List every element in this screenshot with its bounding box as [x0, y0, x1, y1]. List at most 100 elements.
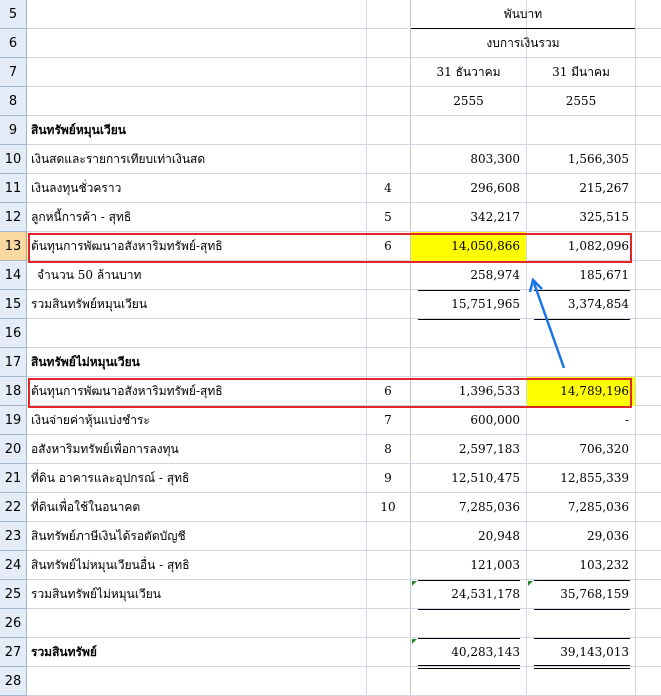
- spreadsheet-grid[interactable]: 5 พันบาท 6 งบการเงินรวม 7 31 ธันวาคม 31 …: [0, 0, 661, 696]
- subtotal-value[interactable]: 15,751,965: [411, 290, 526, 319]
- row-header[interactable]: 24: [0, 551, 27, 580]
- row-header[interactable]: 17: [0, 348, 27, 377]
- highlighted-value-cell[interactable]: 14,050,866: [411, 232, 526, 261]
- section-heading[interactable]: สินทรัพย์หมุนเวียน: [29, 116, 366, 145]
- row-header[interactable]: 26: [0, 609, 27, 638]
- formula-warning-indicator[interactable]: [412, 639, 417, 644]
- formula-warning-indicator[interactable]: [412, 581, 417, 586]
- value-cell[interactable]: 803,300: [411, 145, 526, 174]
- total-label[interactable]: รวมสินทรัพย์: [29, 638, 366, 667]
- row-header[interactable]: 6: [0, 29, 27, 58]
- note-cell[interactable]: 8: [366, 435, 410, 464]
- sheet-row: 15 รวมสินทรัพย์หมุนเวียน 15,751,965 3,37…: [0, 290, 661, 319]
- value-cell[interactable]: -: [527, 406, 635, 435]
- row-header[interactable]: 21: [0, 464, 27, 493]
- value-cell[interactable]: 185,671: [527, 261, 635, 290]
- note-cell[interactable]: 6: [366, 377, 410, 406]
- value-cell[interactable]: 258,974: [411, 261, 526, 290]
- value-cell[interactable]: 1,082,096: [527, 232, 635, 261]
- sheet-row: 17 สินทรัพย์ไม่หมุนเวียน: [0, 348, 661, 377]
- row-header[interactable]: 5: [0, 0, 27, 29]
- row-header[interactable]: 23: [0, 522, 27, 551]
- note-cell[interactable]: 9: [366, 464, 410, 493]
- sheet-row: 26: [0, 609, 661, 638]
- total-value[interactable]: 40,283,143: [411, 638, 526, 667]
- formula-warning-indicator[interactable]: [528, 581, 533, 586]
- description-cell[interactable]: ที่ดินเพื่อใช้ในอนาคต: [29, 493, 366, 522]
- value-cell[interactable]: 1,396,533: [411, 377, 526, 406]
- row-header[interactable]: 16: [0, 319, 27, 348]
- value-cell[interactable]: 600,000: [411, 406, 526, 435]
- description-cell[interactable]: จำนวน 50 ล้านบาท: [29, 261, 366, 290]
- description-cell[interactable]: อสังหาริมทรัพย์เพื่อการลงทุน: [29, 435, 366, 464]
- value-cell[interactable]: 29,036: [527, 522, 635, 551]
- note-cell[interactable]: 5: [366, 203, 410, 232]
- row-header[interactable]: 14: [0, 261, 27, 290]
- value-cell[interactable]: 7,285,036: [527, 493, 635, 522]
- value-cell[interactable]: 103,232: [527, 551, 635, 580]
- row-header[interactable]: 19: [0, 406, 27, 435]
- value-cell[interactable]: 12,855,339: [527, 464, 635, 493]
- section-heading[interactable]: สินทรัพย์ไม่หมุนเวียน: [29, 348, 366, 377]
- value-cell[interactable]: 2,597,183: [411, 435, 526, 464]
- row-header[interactable]: 10: [0, 145, 27, 174]
- sheet-row: 24 สินทรัพย์ไม่หมุนเวียนอื่น - สุทธิ 121…: [0, 551, 661, 580]
- subtotal-label[interactable]: รวมสินทรัพย์ไม่หมุนเวียน: [29, 580, 366, 609]
- value-cell[interactable]: 20,948: [411, 522, 526, 551]
- statement-header[interactable]: งบการเงินรวม: [411, 29, 635, 58]
- row-header[interactable]: 8: [0, 87, 27, 116]
- description-cell[interactable]: เงินจ่ายค่าหุ้นแบ่งชำระ: [29, 406, 366, 435]
- row-header[interactable]: 9: [0, 116, 27, 145]
- note-cell[interactable]: 10: [366, 493, 410, 522]
- description-cell[interactable]: ต้นทุนการพัฒนาอสังหาริมทรัพย์-สุทธิ: [29, 377, 366, 406]
- value-cell[interactable]: 12,510,475: [411, 464, 526, 493]
- row-header[interactable]: 28: [0, 667, 27, 696]
- description-cell[interactable]: เงินสดและรายการเทียบเท่าเงินสด: [29, 145, 366, 174]
- highlighted-value-cell[interactable]: 14,789,196: [527, 377, 635, 406]
- subtotal-bottom-border: [534, 609, 630, 610]
- sheet-row: 22 ที่ดินเพื่อใช้ในอนาคต 10 7,285,036 7,…: [0, 493, 661, 522]
- total-top-border: [534, 638, 630, 639]
- value-cell[interactable]: 325,515: [527, 203, 635, 232]
- col1-date-header[interactable]: 31 ธันวาคม: [411, 58, 526, 87]
- col2-year-header[interactable]: 2555: [527, 87, 635, 116]
- row-header[interactable]: 25: [0, 580, 27, 609]
- note-cell[interactable]: 4: [366, 174, 410, 203]
- value-cell[interactable]: 215,267: [527, 174, 635, 203]
- description-cell[interactable]: สินทรัพย์ไม่หมุนเวียนอื่น - สุทธิ: [29, 551, 366, 580]
- sheet-row: 9 สินทรัพย์หมุนเวียน: [0, 116, 661, 145]
- row-header[interactable]: 27: [0, 638, 27, 667]
- note-cell[interactable]: 7: [366, 406, 410, 435]
- subtotal-value[interactable]: 24,531,178: [411, 580, 526, 609]
- note-cell[interactable]: 6: [366, 232, 410, 261]
- value-cell[interactable]: 7,285,036: [411, 493, 526, 522]
- value-cell[interactable]: 121,003: [411, 551, 526, 580]
- row-header[interactable]: 20: [0, 435, 27, 464]
- total-double-underline: [534, 665, 630, 669]
- note-cell[interactable]: [366, 145, 410, 174]
- row-header-selected[interactable]: 13: [0, 232, 27, 261]
- row-header[interactable]: 18: [0, 377, 27, 406]
- description-cell[interactable]: ลูกหนี้การค้า - สุทธิ: [29, 203, 366, 232]
- subtotal-label[interactable]: รวมสินทรัพย์หมุนเวียน: [29, 290, 366, 319]
- value-cell[interactable]: 296,608: [411, 174, 526, 203]
- col1-year-header[interactable]: 2555: [411, 87, 526, 116]
- description-cell[interactable]: ต้นทุนการพัฒนาอสังหาริมทรัพย์-สุทธิ: [29, 232, 366, 261]
- col2-date-header[interactable]: 31 มีนาคม: [527, 58, 635, 87]
- unit-header[interactable]: พันบาท: [411, 0, 635, 29]
- row-header[interactable]: 7: [0, 58, 27, 87]
- row-header[interactable]: 11: [0, 174, 27, 203]
- sheet-row: 12 ลูกหนี้การค้า - สุทธิ 5 342,217 325,5…: [0, 203, 661, 232]
- value-cell[interactable]: 1,566,305: [527, 145, 635, 174]
- row-header[interactable]: 15: [0, 290, 27, 319]
- description-cell[interactable]: ที่ดิน อาคารและอุปกรณ์ - สุทธิ: [29, 464, 366, 493]
- value-cell[interactable]: 342,217: [411, 203, 526, 232]
- value-cell[interactable]: 706,320: [527, 435, 635, 464]
- subtotal-value[interactable]: 35,768,159: [527, 580, 635, 609]
- row-header[interactable]: 22: [0, 493, 27, 522]
- description-cell[interactable]: สินทรัพย์ภาษีเงินได้รอตัดบัญชี: [29, 522, 366, 551]
- row-header[interactable]: 12: [0, 203, 27, 232]
- description-cell[interactable]: เงินลงทุนชั่วคราว: [29, 174, 366, 203]
- total-value[interactable]: 39,143,013: [527, 638, 635, 667]
- subtotal-value[interactable]: 3,374,854: [527, 290, 635, 319]
